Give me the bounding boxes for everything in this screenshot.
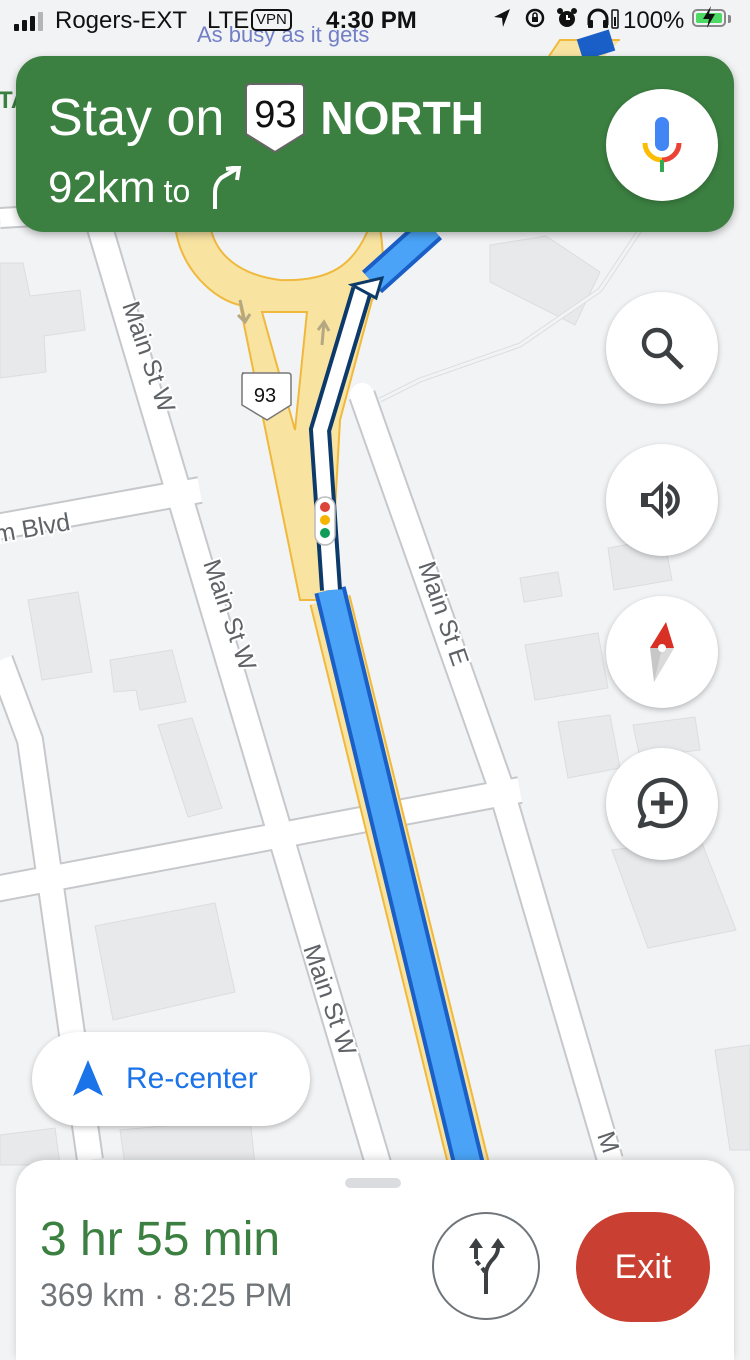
charging-bolt-icon <box>701 5 717 35</box>
arrival-time: 8:25 PM <box>173 1277 293 1313</box>
trip-details: 369 km · 8:25 PM <box>40 1277 293 1314</box>
recenter-label: Re-center <box>126 1062 258 1095</box>
building <box>524 632 609 701</box>
microphone-icon <box>642 117 682 172</box>
trip-distance: 369 km <box>40 1277 145 1313</box>
traffic-light-icon <box>314 496 336 546</box>
instruction-secondary: 92km to <box>48 158 244 213</box>
distance-to-maneuver: 92km <box>48 163 156 212</box>
instruction-prefix: Stay on <box>48 89 225 147</box>
location-arrow-icon <box>492 7 512 35</box>
to-label: to <box>163 173 191 209</box>
recenter-button[interactable]: Re-center <box>32 1032 310 1126</box>
route-shield-icon: 93 <box>244 82 306 154</box>
navigation-instruction-banner[interactable]: Stay on 93 NORTH 92km to <box>16 56 734 232</box>
add-report-button[interactable] <box>606 748 718 860</box>
carrier-name: Rogers-EXT <box>55 7 188 34</box>
search-along-route-button[interactable] <box>606 292 718 404</box>
route-direction: NORTH <box>320 92 484 144</box>
compass-icon <box>650 622 674 682</box>
rotation-lock-icon <box>524 7 546 35</box>
sound-button[interactable] <box>606 444 718 556</box>
trip-duration: 3 hr 55 min <box>40 1213 281 1266</box>
sheet-drag-handle[interactable] <box>345 1178 401 1188</box>
signal-strength-icon <box>14 12 43 31</box>
network-type: LTE <box>207 7 250 34</box>
headphones-icon <box>586 7 620 35</box>
search-icon <box>641 327 684 370</box>
vpn-badge: VPN <box>251 9 292 31</box>
instruction-primary: Stay on 93 NORTH <box>48 82 484 154</box>
compass-button[interactable] <box>606 596 718 708</box>
status-time: 4:30 PM <box>326 7 417 34</box>
route-shield-number: 93 <box>254 93 297 136</box>
voice-search-button[interactable] <box>606 89 718 201</box>
building <box>519 571 563 603</box>
alarm-icon <box>556 7 578 35</box>
add-report-icon <box>637 777 688 829</box>
navigation-arrow-icon <box>73 1060 103 1096</box>
slight-right-arrow-icon <box>210 164 244 221</box>
status-bar: Rogers-EXT LTE VPN 4:30 PM 100% <box>0 0 750 40</box>
map-route-shield-label: 93 <box>254 385 276 407</box>
battery-percent: 100% <box>623 7 685 34</box>
trip-summary-sheet[interactable]: 3 hr 55 min 369 km · 8:25 PM Exit <box>16 1160 734 1360</box>
building <box>557 714 621 779</box>
alternate-routes-button[interactable] <box>432 1212 540 1320</box>
exit-navigation-button[interactable]: Exit <box>576 1212 710 1322</box>
volume-icon <box>641 481 680 519</box>
separator: · <box>153 1277 165 1313</box>
route-fork-icon <box>469 1238 505 1294</box>
